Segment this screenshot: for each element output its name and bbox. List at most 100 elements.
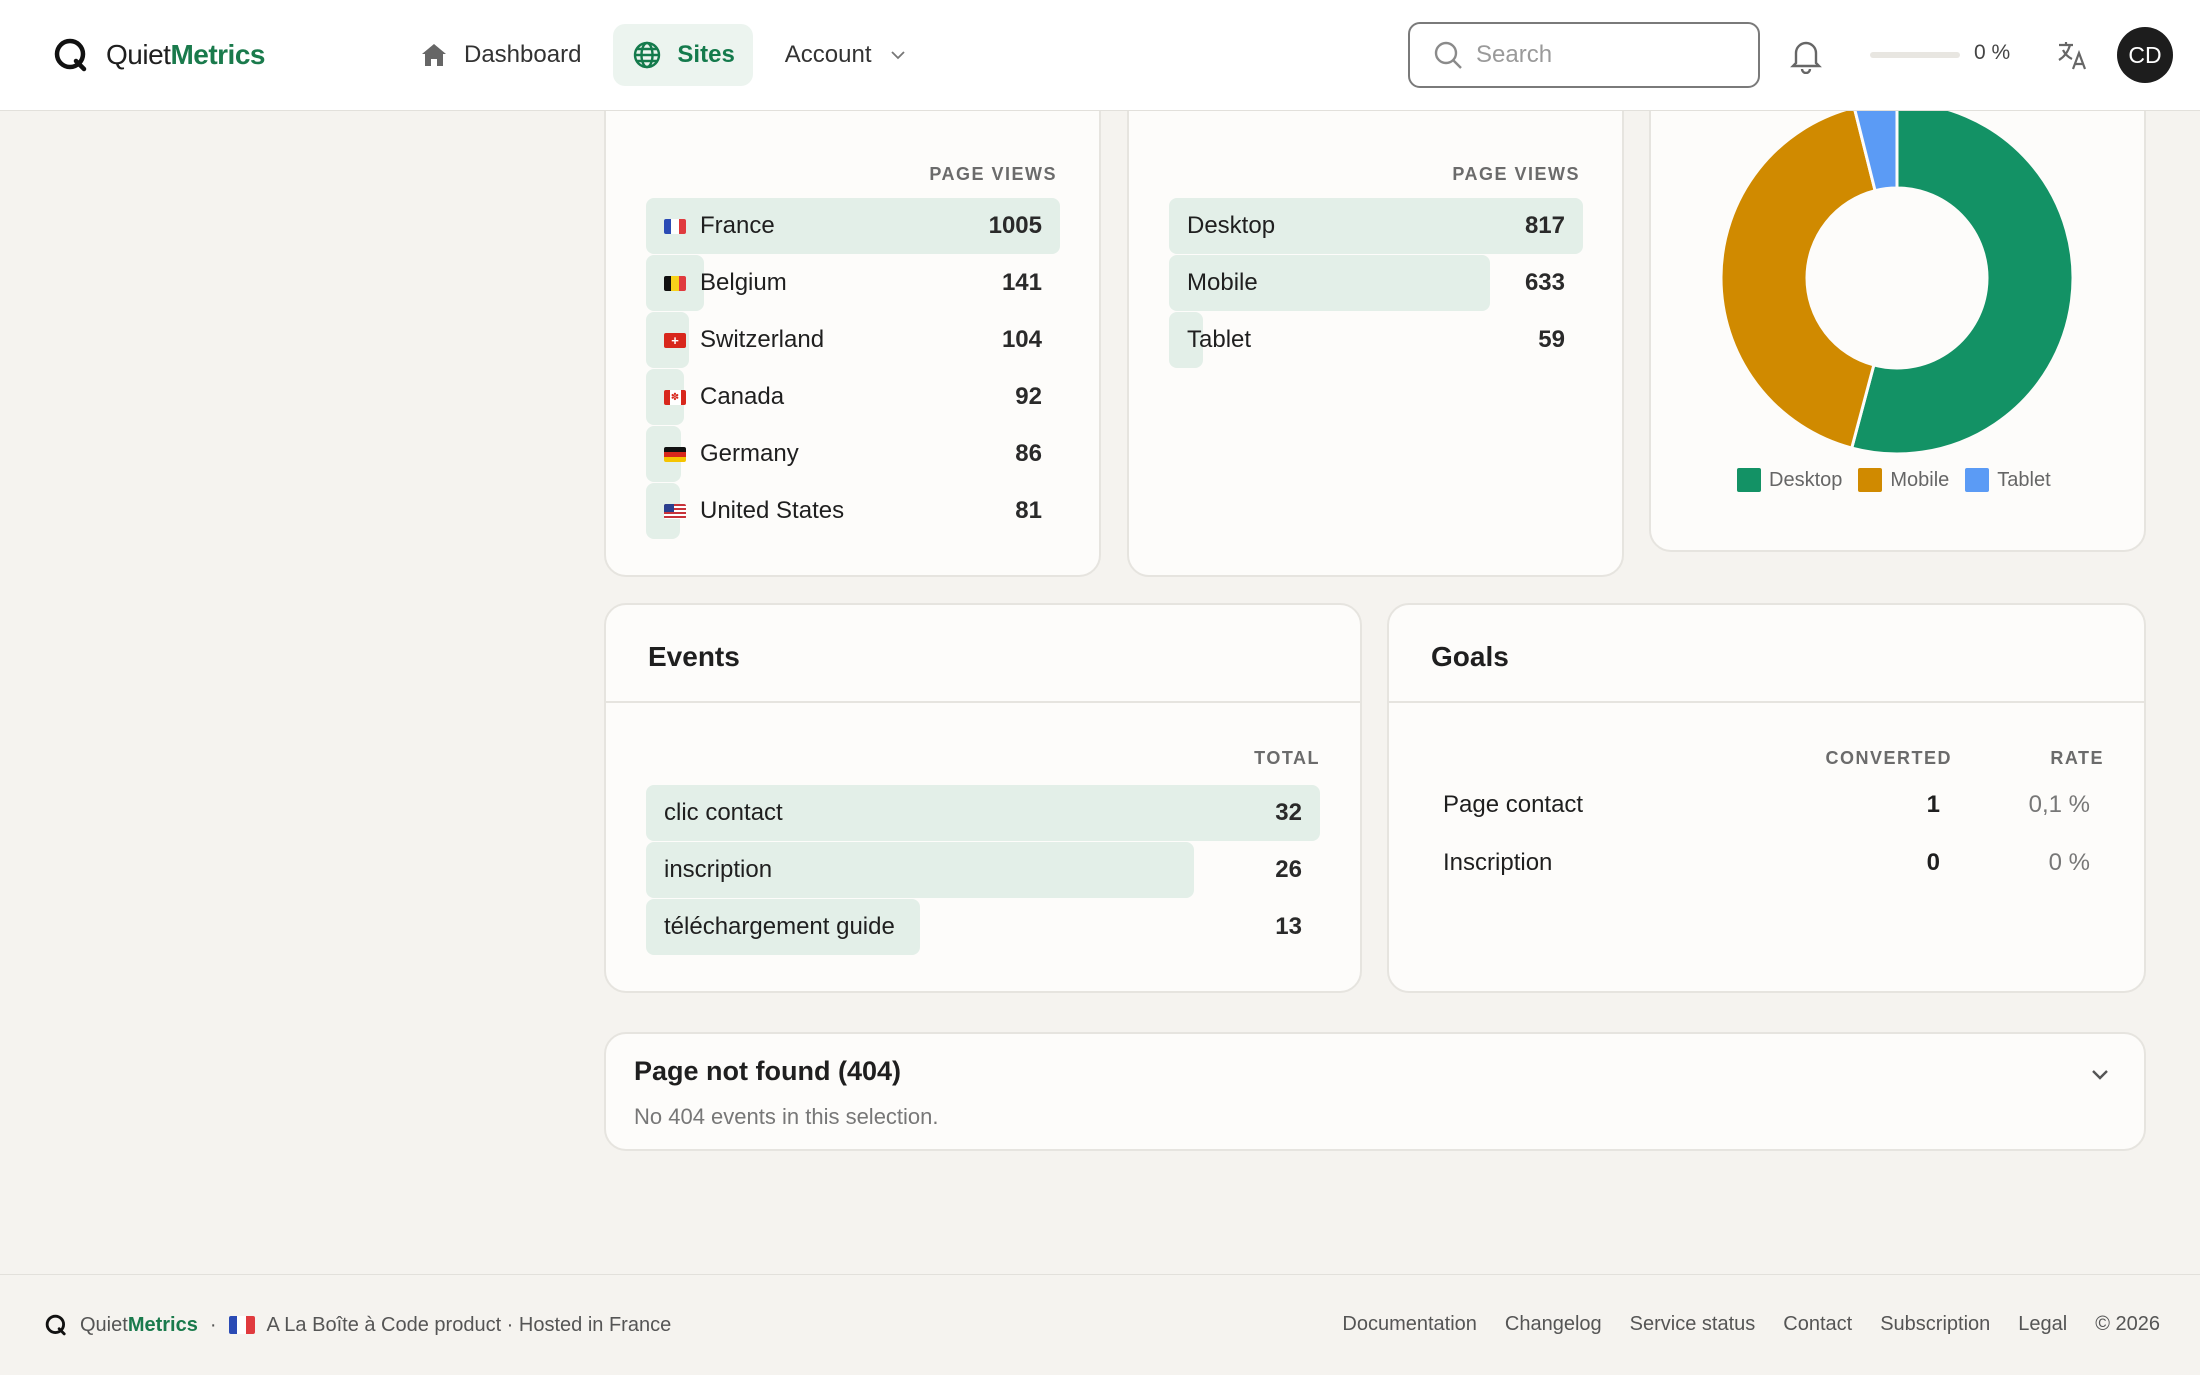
device-label-text: Tablet — [1187, 326, 1252, 353]
divider — [606, 701, 1360, 703]
footer-link-changelog[interactable]: Changelog — [1505, 1313, 1602, 1336]
country-label-text: France — [700, 212, 775, 239]
country-value: 81 — [1015, 497, 1042, 524]
nav-sites-label: Sites — [677, 41, 735, 68]
bell-icon[interactable] — [1788, 36, 1824, 74]
country-value: 141 — [1001, 269, 1042, 296]
usage-progress-bar — [1870, 52, 1960, 58]
goal-converted: 1 — [1926, 791, 1940, 818]
event-row[interactable]: inscription 26 — [646, 842, 1320, 898]
separator-dot: · — [209, 1313, 217, 1336]
goal-label[interactable]: Page contact — [1443, 791, 1583, 819]
nav-dashboard-label: Dashboard — [464, 41, 582, 68]
device-label-text: Mobile — [1187, 269, 1258, 296]
avatar[interactable]: CD — [2117, 27, 2173, 83]
goals-card: Goals CONVERTED RATE Page contact 1 0,1 % I… — [1387, 603, 2146, 993]
goals-rate-header: RATE — [2050, 748, 2104, 768]
home-icon — [422, 44, 446, 66]
not-found-message: No 404 events in this selection. — [634, 1104, 939, 1129]
event-label: clic contact — [664, 785, 783, 841]
country-label: Germany — [664, 426, 799, 482]
countries-column-header: PAGE VIEWS — [929, 164, 1057, 184]
globe-icon — [634, 41, 661, 69]
event-value: 13 — [1275, 913, 1302, 940]
device-label-text: Desktop — [1187, 212, 1276, 239]
devices-card: PAGE VIEWS Desktop 817 Mobile 633 Tablet 59 — [1127, 70, 1624, 577]
event-row[interactable]: téléchargement guide 13 — [646, 899, 1320, 955]
not-found-title: Page not found (404) — [634, 1056, 902, 1086]
not-found-card[interactable]: Page not found (404) No 404 events in th… — [604, 1032, 2146, 1151]
device-value: 59 — [1538, 326, 1565, 353]
country-row[interactable]: United States 81 — [646, 483, 1060, 539]
event-label-text: clic contact — [664, 799, 783, 826]
device-row[interactable]: Desktop 817 — [1169, 198, 1583, 254]
chevron-down-icon — [890, 51, 905, 60]
be-flag-icon — [664, 275, 686, 291]
country-label-text: Switzerland — [700, 326, 825, 353]
footer: QuietMetrics · A La Boîte à Code product… — [0, 1274, 2200, 1375]
devices-donut-chart — [1719, 100, 2075, 456]
country-row[interactable]: Belgium 141 — [646, 255, 1060, 311]
events-title: Events — [648, 641, 740, 672]
translate-icon[interactable] — [2056, 38, 2090, 72]
country-row[interactable]: + Switzerland 104 — [646, 312, 1060, 368]
goal-rate: 0,1 % — [2028, 791, 2090, 818]
country-row[interactable]: ✽ Canada 92 — [646, 369, 1060, 425]
country-label: + Switzerland — [664, 312, 824, 368]
france-flag-icon — [228, 1316, 255, 1334]
goals-converted-header: CONVERTED — [1825, 748, 1952, 768]
legend-label: Tablet — [1997, 468, 2051, 491]
search-icon — [1434, 41, 1462, 69]
events-card: Events TOTAL clic contact 32 inscription 26… — [604, 603, 1362, 993]
device-row[interactable]: Mobile 633 — [1169, 255, 1583, 311]
search-input[interactable] — [1476, 41, 1746, 69]
devices-column-header: PAGE VIEWS — [1452, 164, 1580, 184]
legend-item-desktop[interactable]: Desktop — [1737, 468, 1842, 492]
main-nav: Dashboard Sites Account — [400, 24, 928, 86]
footer-brand-name[interactable]: QuietMetrics — [80, 1314, 198, 1337]
donut-slice-mobile[interactable] — [1719, 105, 1877, 450]
footer-tagline: A La Boîte à Code product · Hosted in Fr… — [266, 1313, 672, 1336]
legend-item-mobile[interactable]: Mobile — [1858, 468, 1949, 492]
country-row[interactable]: France 1005 — [646, 198, 1060, 254]
device-label: Mobile — [1187, 255, 1258, 311]
ca-flag-icon: ✽ — [664, 389, 686, 405]
device-label: Tablet — [1187, 312, 1251, 368]
country-value: 1005 — [988, 212, 1042, 239]
device-label: Desktop — [1187, 198, 1275, 254]
footer-link-service-status[interactable]: Service status — [1630, 1313, 1756, 1336]
device-row[interactable]: Tablet 59 — [1169, 312, 1583, 368]
search-box[interactable] — [1408, 22, 1760, 88]
nav-account[interactable]: Account — [767, 24, 928, 86]
footer-link-subscription[interactable]: Subscription — [1880, 1313, 1990, 1336]
country-value: 92 — [1015, 383, 1042, 410]
device-value: 633 — [1524, 269, 1565, 296]
country-label-text: Germany — [700, 440, 799, 467]
legend-label: Mobile — [1890, 468, 1950, 491]
countries-card: PAGE VIEWS France 1005 Belgium 141 + Switzerl… — [604, 70, 1101, 577]
de-flag-icon — [664, 446, 686, 462]
country-row[interactable]: Germany 86 — [646, 426, 1060, 482]
footer-link-contact[interactable]: Contact — [1783, 1313, 1852, 1336]
country-label: ✽ Canada — [664, 369, 784, 425]
event-label: téléchargement guide — [664, 899, 895, 955]
brand-logo[interactable]: QuietMetrics — [52, 36, 265, 74]
copyright: © 2026 — [2095, 1313, 2160, 1335]
event-row[interactable]: clic contact 32 — [646, 785, 1320, 841]
legend-item-tablet[interactable]: Tablet — [1965, 468, 2051, 492]
legend-label: Desktop — [1769, 468, 1843, 491]
top-bar: QuietMetrics Dashboard Sites Account 0 % — [0, 0, 2200, 111]
footer-link-documentation[interactable]: Documentation — [1342, 1313, 1477, 1336]
logo-icon — [54, 38, 87, 72]
nav-dashboard[interactable]: Dashboard — [400, 24, 599, 86]
devices-chart-card: Desktop Mobile Tablet — [1649, 70, 2146, 552]
us-flag-icon — [664, 503, 686, 519]
footer-link-legal[interactable]: Legal — [2018, 1313, 2067, 1336]
nav-sites[interactable]: Sites — [613, 24, 753, 86]
goals-title: Goals — [1431, 641, 1509, 672]
fr-flag-icon — [664, 218, 686, 234]
brand-name: QuietMetrics — [106, 39, 265, 70]
goal-label[interactable]: Inscription — [1443, 849, 1552, 877]
event-label-text: téléchargement guide — [664, 913, 895, 940]
chevron-down-icon[interactable] — [2086, 1060, 2114, 1088]
